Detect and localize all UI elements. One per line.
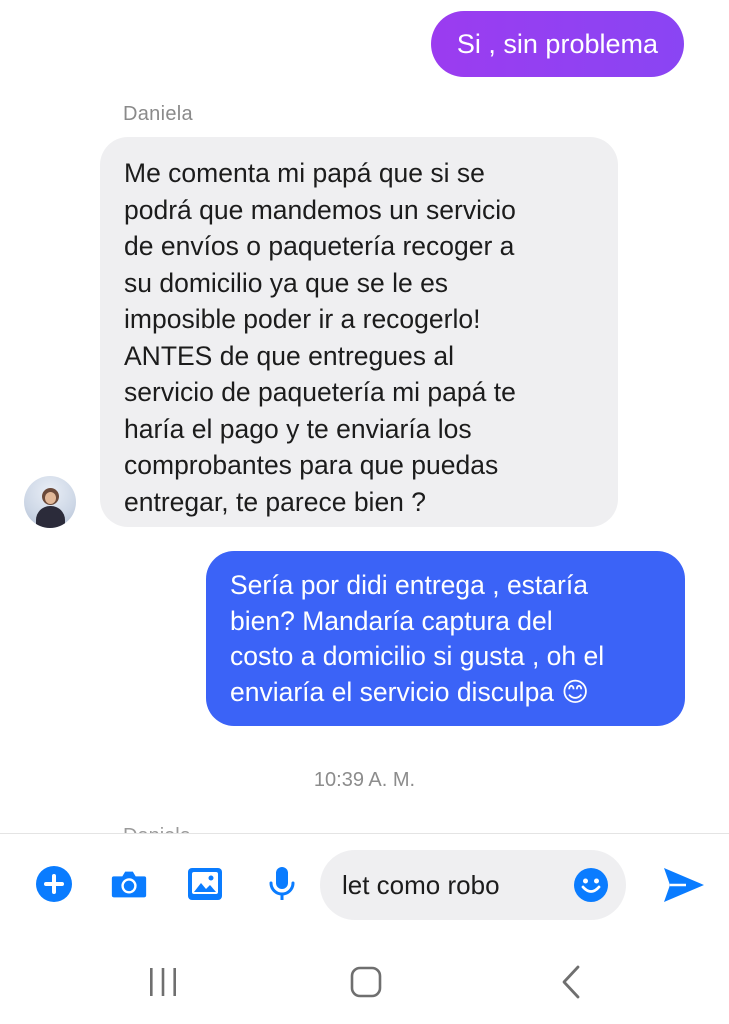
home-icon: [350, 966, 382, 998]
system-navigation-bar: [0, 934, 729, 1024]
voice-button[interactable]: [262, 864, 302, 904]
emoji-icon: [574, 868, 608, 902]
emoji-button[interactable]: [573, 867, 609, 903]
avatar-face: [45, 492, 56, 504]
camera-button[interactable]: [109, 864, 149, 904]
home-button[interactable]: [346, 962, 386, 1002]
message-outgoing-1[interactable]: Si , sin problema: [430, 11, 684, 77]
back-icon: [562, 965, 580, 999]
message-input-text[interactable]: let como robo: [342, 850, 500, 920]
sender-name: Daniela: [123, 103, 193, 125]
recents-button[interactable]: [143, 962, 183, 1002]
microphone-icon: [269, 867, 295, 900]
message-outgoing-2[interactable]: Sería por didi entrega , estaría bien? M…: [206, 551, 685, 726]
avatar-body: [36, 506, 65, 528]
message-timestamp: 10:39 A. M.: [313, 769, 416, 791]
send-button[interactable]: [660, 864, 706, 906]
message-composer: let como robo: [0, 834, 729, 934]
message-incoming[interactable]: Me comenta mi papá que si se podrá que m…: [100, 137, 618, 527]
image-icon: [188, 868, 222, 900]
recents-icon: [150, 968, 176, 996]
plus-circle-icon: [36, 866, 72, 902]
send-icon: [664, 868, 704, 902]
camera-icon: [111, 871, 147, 898]
add-button[interactable]: [34, 864, 74, 904]
back-button[interactable]: [552, 962, 592, 1002]
avatar[interactable]: [24, 476, 76, 528]
gallery-button[interactable]: [185, 864, 225, 904]
message-input[interactable]: let como robo: [320, 850, 626, 920]
